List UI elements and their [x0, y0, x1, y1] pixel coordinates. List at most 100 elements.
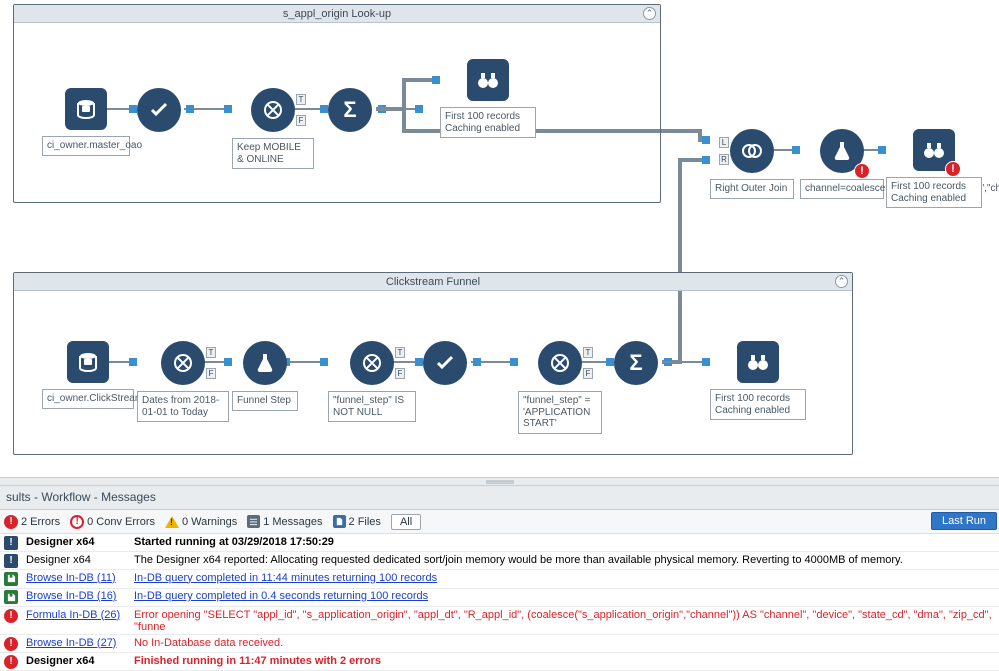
tool-label: Right Outer Join [710, 179, 794, 199]
warnings-count: 0 Warnings [182, 516, 237, 528]
tool-datastream-in-2[interactable]: ci_owner.ClickStream [42, 341, 134, 409]
log-source-link[interactable]: Formula In-DB (26) [26, 609, 120, 621]
port-right: R [719, 154, 729, 165]
log-row[interactable]: !Designer x64Started running at 03/29/20… [0, 534, 999, 552]
error-badge-icon: ! [945, 161, 961, 177]
log-error-text: Finished running in 11:47 minutes with 2… [134, 655, 381, 667]
log-row[interactable]: !Designer x64Finished running in 11:47 m… [0, 653, 999, 671]
error-icon: ! [4, 515, 18, 529]
workflow-canvas[interactable]: s_appl_origin Look-up ⌃ Clickstream Funn… [0, 0, 999, 477]
save-icon [4, 572, 18, 586]
toolbar-warnings[interactable]: 0 Warnings [165, 516, 237, 528]
tool-summarize[interactable]: Σ [328, 88, 372, 132]
flask-icon [830, 139, 854, 163]
port-false: F [395, 368, 405, 379]
binoculars-icon [746, 350, 770, 374]
join-icon [740, 139, 764, 163]
tool-label: First 100 records Caching enabled [710, 389, 806, 420]
warning-icon [165, 516, 179, 528]
filter-icon [548, 351, 572, 375]
tool-browse-indb[interactable]: First 100 records Caching enabled [440, 59, 536, 138]
log-icon-cell: ! [0, 607, 22, 635]
files-count: 2 Files [349, 516, 381, 528]
log-message-link[interactable]: In-DB query completed in 0.4 seconds ret… [134, 590, 428, 602]
tool-label: ci_owner.master_oao [42, 136, 130, 156]
tool-filter-4[interactable]: T F "funnel_step" = 'APPLICATION START' [518, 341, 602, 434]
log-message-cell: In-DB query completed in 0.4 seconds ret… [130, 588, 999, 607]
filter-all-button[interactable]: All [391, 514, 421, 530]
log-table: !Designer x64Started running at 03/29/20… [0, 534, 999, 671]
log-row[interactable]: Browse In-DB (16) In-DB query completed i… [0, 588, 999, 607]
log-error-text: No In-Database data received. [134, 637, 283, 649]
tool-select-2[interactable] [423, 341, 467, 385]
error-badge-icon: ! [854, 163, 870, 179]
flask-icon [253, 351, 277, 375]
log-error-text: Error opening "SELECT "appl_id", "s_appl… [134, 609, 992, 633]
database-icon [76, 350, 100, 374]
collapse-icon[interactable]: ⌃ [835, 275, 848, 288]
save-icon [4, 590, 18, 604]
log-source-link[interactable]: Browse In-DB (11) [26, 572, 116, 584]
log-message-cell: The Designer x64 reported: Allocating re… [130, 552, 999, 570]
port-false: F [583, 368, 593, 379]
log-row[interactable]: !Designer x64The Designer x64 reported: … [0, 552, 999, 570]
port-true: T [206, 347, 216, 358]
tool-label: Keep MOBILE & ONLINE [232, 138, 314, 169]
last-run-button[interactable]: Last Run [931, 512, 997, 530]
results-panel-title: sults - Workflow - Messages [0, 486, 999, 510]
error-icon: ! [4, 655, 18, 669]
log-message-cell: Started running at 03/29/2018 17:50:29 [130, 534, 999, 552]
error-icon: ! [4, 609, 18, 623]
grip-icon [486, 480, 514, 484]
tool-label: First 100 records Caching enabled [886, 177, 982, 208]
container-bottom-header[interactable]: Clickstream Funnel ⌃ [14, 273, 852, 291]
errors-count: 2 Errors [21, 516, 60, 528]
panel-resize-bar[interactable] [0, 477, 999, 486]
log-icon-cell: ! [0, 653, 22, 671]
tool-formula-2[interactable]: Funnel Step [232, 341, 298, 411]
files-icon [333, 515, 346, 528]
log-message-cell: Finished running in 11:47 minutes with 2… [130, 653, 999, 671]
tool-join-indb[interactable]: L R Right Outer Join [710, 129, 794, 199]
tool-filter[interactable]: T F Keep MOBILE & ONLINE [232, 88, 314, 169]
container-bottom-title: Clickstream Funnel [386, 276, 480, 288]
filter-icon [171, 351, 195, 375]
tool-datastream-in[interactable]: ci_owner.master_oao [42, 88, 130, 156]
toolbar-messages[interactable]: 1 Messages [247, 515, 322, 528]
log-message-cell: In-DB query completed in 11:44 minutes r… [130, 570, 999, 589]
log-icon-cell [0, 570, 22, 589]
sigma-icon: Σ [343, 97, 356, 123]
toolbar-files[interactable]: 2 Files [333, 515, 381, 528]
tool-formula-indb[interactable]: ! channel=coalesce("s_application_origin… [800, 129, 884, 199]
tool-filter-2[interactable]: T F Dates from 2018-01-01 to Today [137, 341, 229, 422]
port-true: T [395, 347, 405, 358]
tool-summarize-2[interactable]: Σ [614, 341, 658, 385]
collapse-icon[interactable]: ⌃ [643, 7, 656, 20]
tool-filter-3[interactable]: T F "funnel_step" IS NOT NULL [328, 341, 416, 422]
check-icon [433, 351, 457, 375]
check-icon [147, 98, 171, 122]
filter-icon [261, 98, 285, 122]
toolbar-errors[interactable]: ! 2 Errors [4, 515, 60, 529]
log-row[interactable]: Browse In-DB (11) In-DB query completed i… [0, 570, 999, 589]
messages-icon [247, 515, 260, 528]
port-left: L [719, 137, 729, 148]
log-source-link[interactable]: Browse In-DB (27) [26, 637, 116, 649]
tool-label: Funnel Step [232, 391, 298, 411]
container-top-header[interactable]: s_appl_origin Look-up ⌃ [14, 5, 660, 23]
log-source-link[interactable]: Browse In-DB (16) [26, 590, 116, 602]
tool-select[interactable] [137, 88, 181, 132]
database-icon [74, 97, 98, 121]
log-row[interactable]: ! Formula In-DB (26) Error opening "SELECT… [0, 607, 999, 635]
results-toolbar: ! 2 Errors ! 0 Conv Errors 0 Warnings 1 … [0, 510, 999, 534]
binoculars-icon [476, 68, 500, 92]
conv-error-icon: ! [70, 515, 84, 529]
log-icon-cell [0, 588, 22, 607]
messages-count: 1 Messages [263, 516, 322, 528]
sigma-icon: Σ [629, 350, 642, 376]
toolbar-conv-errors[interactable]: ! 0 Conv Errors [70, 515, 155, 529]
info-icon: ! [4, 554, 18, 568]
tool-browse-indb-3[interactable]: First 100 records Caching enabled [710, 341, 806, 420]
log-message-link[interactable]: In-DB query completed in 11:44 minutes r… [134, 572, 437, 584]
tool-browse-indb-2[interactable]: ! First 100 records Caching enabled [886, 129, 982, 208]
